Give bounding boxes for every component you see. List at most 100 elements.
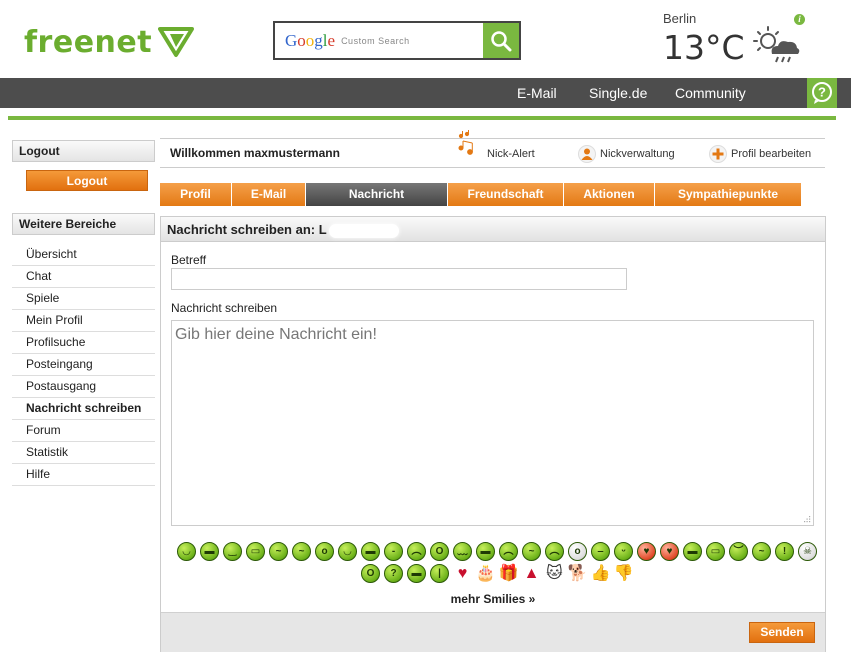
green-divider [8,116,836,120]
cat-icon[interactable]: 🐱 [545,564,564,583]
more-smilies-link[interactable]: mehr Smilies » [161,592,825,606]
laugh-smiley-icon[interactable]: ▬ [361,542,380,561]
scream-smiley-icon[interactable]: O [361,564,380,583]
angry-smiley-icon[interactable]: ︵ [499,542,518,561]
dizzy-smiley-icon[interactable]: ~ [522,542,541,561]
nav-email[interactable]: E-Mail [517,78,557,108]
send-button[interactable]: Senden [749,622,815,643]
kiss-smiley-icon[interactable]: ♥ [660,542,679,561]
sick-smiley-icon[interactable]: ~ [752,542,771,561]
resize-grip-icon[interactable] [803,515,811,523]
message-textarea[interactable]: Gib hier deine Nachricht ein! [171,320,814,526]
sidebar-item-posteingang[interactable]: Posteingang [12,354,155,376]
crying-smiley-icon[interactable]: ︵ [545,542,564,561]
tongue-smiley-icon[interactable]: ᵕ [614,542,633,561]
nav-community[interactable]: Community [675,78,746,108]
headphones-smiley-icon[interactable]: ▬ [407,564,426,583]
sidebar-item-spiele[interactable]: Spiele [12,288,155,310]
more-areas-header: Weitere Bereiche [12,213,155,235]
surprised-smiley-icon[interactable]: o [315,542,334,561]
profil-bearbeiten-link[interactable]: Profil bearbeiten [731,148,811,160]
smiley-icon[interactable]: ◡ [177,542,196,561]
heart-icon[interactable]: ♥ [453,564,472,583]
sidebar-item-hilfe[interactable]: Hilfe [12,464,155,486]
logout-header: Logout [12,140,155,162]
nick-alert-link[interactable]: Nick-Alert [487,148,535,160]
shocked-smiley-icon[interactable]: O [430,542,449,561]
sidebar-item-postausgang[interactable]: Postausgang [12,376,155,398]
search-icon [491,30,512,51]
sidebar-item-uebersicht[interactable]: Übersicht [12,244,155,266]
search-placeholder: Custom Search [341,35,410,46]
welcome-bar: Willkommen maxmustermann Nick-Alert Nick… [160,130,825,168]
thumbs-up-icon[interactable]: 👍 [591,564,611,583]
compose-heading: Nachricht schreiben an: L [167,222,327,237]
tab-freundschaft[interactable]: Freundschaft [448,183,564,206]
weather-temperature: 13°C [663,28,745,67]
sidebar-item-nachricht-schreiben[interactable]: Nachricht schreiben [12,398,155,420]
sidebar-item-profilsuche[interactable]: Profilsuche [12,332,155,354]
question-smiley-icon[interactable]: ? [384,564,403,583]
santa-hat-icon[interactable]: ▲ [522,564,541,583]
worried-smiley-icon[interactable]: ﹏ [453,542,472,561]
dog-icon[interactable]: 🐕 [568,564,588,583]
svg-text:?: ? [818,85,826,100]
smirk-smiley-icon[interactable]: ~ [269,542,288,561]
wink-smiley-icon[interactable]: ‿ [223,542,242,561]
nerd-smiley-icon[interactable]: ▭ [706,542,725,561]
tabs: Profil E-Mail Nachricht Freundschaft Akt… [160,183,801,206]
grimace-smiley-icon[interactable]: ▬ [683,542,702,561]
sad-smiley-icon[interactable]: ︵ [407,542,426,561]
sidebar-item-mein-profil[interactable]: Mein Profil [12,310,155,332]
sidebar-item-chat[interactable]: Chat [12,266,155,288]
message-placeholder: Gib hier deine Nachricht ein! [175,326,377,343]
freenet-logo[interactable]: freenet [24,22,195,62]
love-smiley-icon[interactable]: ♥ [637,542,656,561]
logo-text: freenet [24,24,153,60]
nav-single-de[interactable]: Single.de [589,78,647,108]
redacted-recipient [328,223,399,238]
user-icon [578,145,596,163]
tab-email[interactable]: E-Mail [232,183,306,206]
google-logo: Google [285,30,336,50]
logout-button[interactable]: Logout [26,170,148,191]
top-navigation: E-Mail Single.de Community ? [0,78,851,108]
tab-aktionen[interactable]: Aktionen [564,183,655,206]
ghost-smiley-icon[interactable]: o [568,542,587,561]
help-button[interactable]: ? [807,78,837,108]
confused-smiley-icon[interactable]: ~ [292,542,311,561]
search-button[interactable] [483,23,519,58]
cake-icon[interactable]: 🎂 [476,564,496,583]
weather-city: Berlin [663,11,697,26]
search-box[interactable]: Google Custom Search [273,21,521,60]
tab-sympathiepunkte[interactable]: Sympathiepunkte [655,183,801,206]
header: freenet Google Custom Search Berlin 13°C… [0,0,851,78]
question-icon: ? [812,82,832,104]
thumbs-down-icon[interactable]: 👎 [614,564,634,583]
subject-input[interactable] [171,268,627,290]
sun-cloud-rain-icon [753,26,800,63]
info-icon[interactable]: i [794,14,805,25]
gift-icon[interactable]: 🎁 [499,564,519,583]
sidebar-item-forum[interactable]: Forum [12,420,155,442]
happy-smiley-icon[interactable]: ◡ [338,542,357,561]
nickverwaltung-link[interactable]: Nickverwaltung [600,148,675,160]
teeth-smiley-icon[interactable]: ▬ [476,542,495,561]
sidebar-item-statistik[interactable]: Statistik [12,442,155,464]
sleepy-smiley-icon[interactable]: - [384,542,403,561]
plus-icon [709,145,727,163]
logo-arrow-icon [158,27,195,57]
message-label: Nachricht schreiben [171,301,278,315]
tab-nachricht[interactable]: Nachricht [306,183,448,206]
tab-profil[interactable]: Profil [160,183,232,206]
compose-footer: Senden [161,612,825,652]
subject-label: Betreff [171,253,207,267]
skull-smiley-icon[interactable]: ☠ [798,542,817,561]
grin-smiley-icon[interactable]: ▬ [200,542,219,561]
exclaim-smiley-icon[interactable]: ! [775,542,794,561]
tree-icon[interactable]: | [430,564,449,583]
cool-smiley-icon[interactable]: ▭ [246,542,265,561]
neutral-smiley-icon[interactable]: ‒ [591,542,610,561]
evil-smiley-icon[interactable]: ︶ [729,542,748,561]
search-input[interactable]: Google Custom Search [275,23,483,58]
